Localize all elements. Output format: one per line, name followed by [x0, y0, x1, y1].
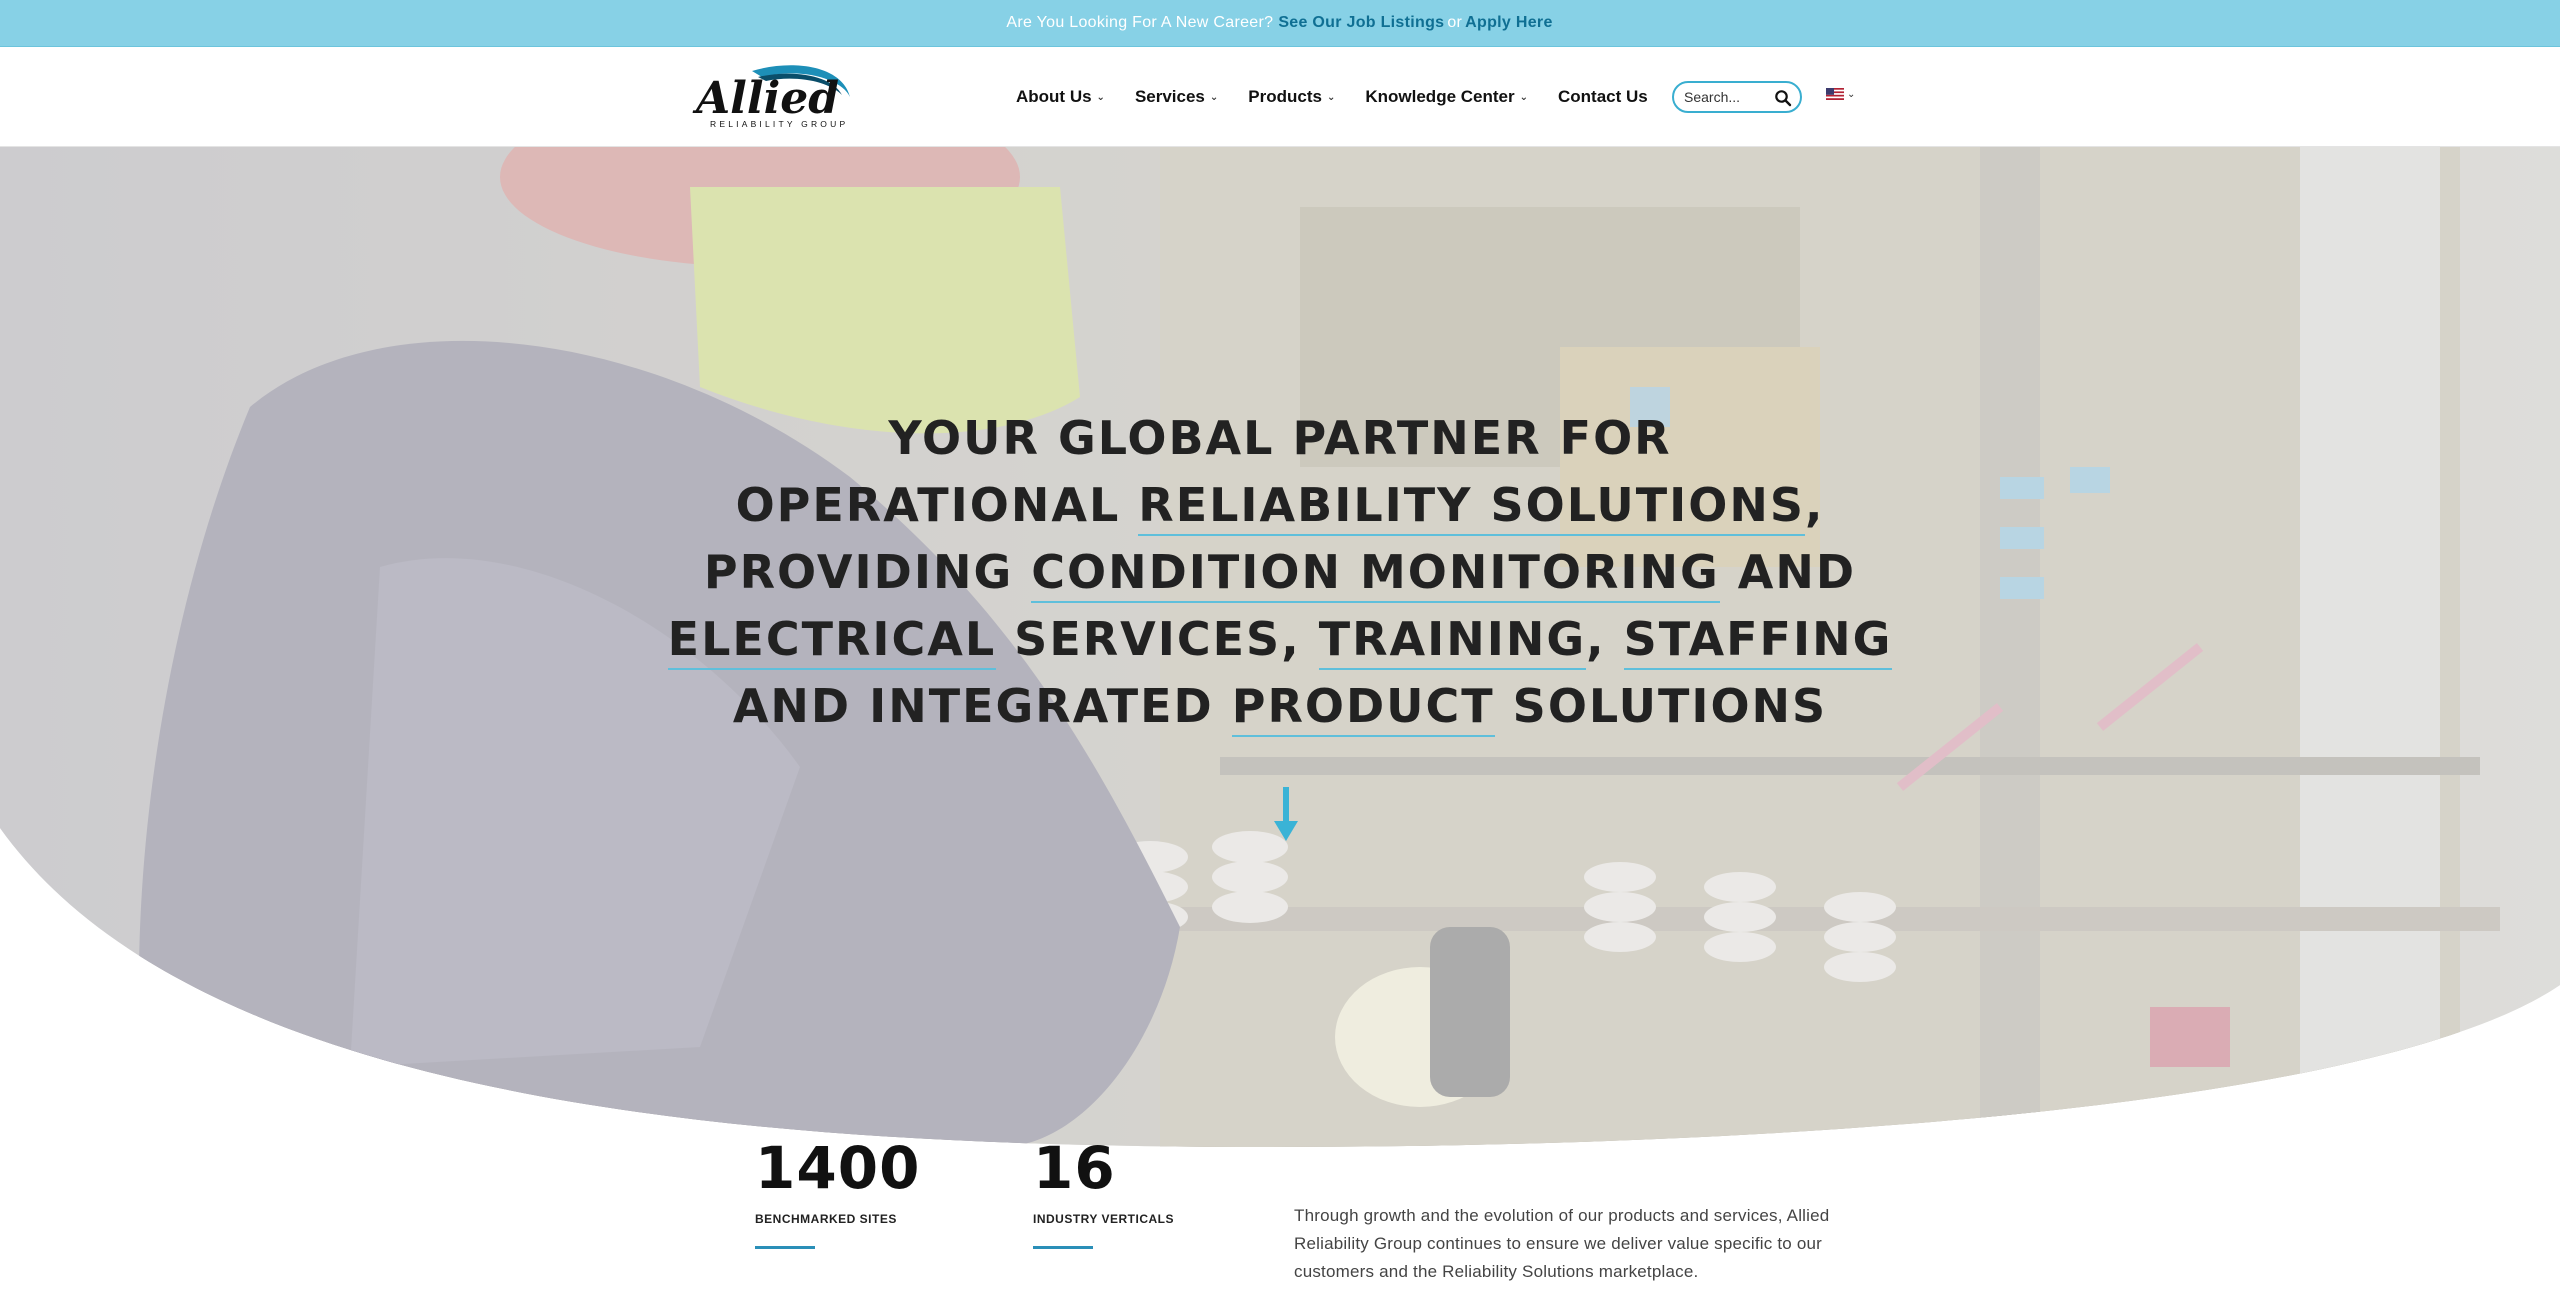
nav-contact-us-label: Contact Us [1558, 87, 1648, 106]
chevron-down-icon: ⌄ [1209, 91, 1219, 103]
electrical-link[interactable]: ELECTRICAL [667, 612, 997, 670]
nav-about-us[interactable]: About Us ⌄ [1016, 87, 1105, 107]
allied-logo-subtext: RELIABILITY GROUP [710, 119, 848, 129]
product-link[interactable]: PRODUCT [1231, 679, 1495, 737]
stat-industry-verticals: 16 INDUSTRY VERTICALS [1033, 1130, 1174, 1249]
stat-benchmarked-sites: 1400 BENCHMARKED SITES [755, 1130, 920, 1249]
hero-line-4: ELECTRICAL SERVICES, TRAINING, STAFFING [600, 606, 1960, 673]
nav-services[interactable]: Services ⌄ [1135, 87, 1218, 107]
hero-section: YOUR GLOBAL PARTNER FOR OPERATIONAL RELI… [0, 147, 2560, 1147]
stat-label: INDUSTRY VERTICALS [1033, 1212, 1175, 1226]
main-nav: About Us ⌄ Services ⌄ Products ⌄ Knowled… [1016, 47, 1678, 147]
stat-value: 16 [1033, 1134, 1116, 1202]
hero-text: SOLUTIONS [1494, 679, 1828, 733]
career-banner-or: or [1447, 14, 1463, 31]
hero-text: AND [1719, 545, 1857, 599]
hero-text: YOUR GLOBAL PARTNER FOR [888, 411, 1672, 465]
language-selector[interactable]: ⌄ [1826, 88, 1855, 100]
intro-paragraph: Through growth and the evolution of our … [1294, 1206, 1830, 1281]
training-link[interactable]: TRAINING [1318, 612, 1587, 670]
scroll-down-arrow-icon[interactable] [1274, 787, 1298, 843]
hero-text: , [1586, 612, 1624, 666]
chevron-down-icon: ⌄ [1519, 91, 1528, 103]
hero-line-5: AND INTEGRATED PRODUCT SOLUTIONS [600, 673, 1960, 740]
hero-line-2: OPERATIONAL RELIABILITY SOLUTIONS, [600, 472, 1960, 539]
nav-about-us-label: About Us [1016, 87, 1092, 106]
hero-line-3: PROVIDING CONDITION MONITORING AND [600, 539, 1960, 606]
chevron-down-icon: ⌄ [1847, 88, 1856, 100]
chevron-down-icon: ⌄ [1326, 91, 1336, 103]
hero-text: AND INTEGRATED [732, 679, 1232, 733]
career-banner: Are You Looking For A New Career? See Ou… [0, 0, 2560, 47]
nav-contact-us[interactable]: Contact Us [1558, 87, 1648, 107]
nav-services-label: Services [1134, 87, 1205, 106]
stat-underline [755, 1246, 815, 1249]
allied-logo[interactable]: Allied RELIABILITY GROUP [692, 61, 862, 131]
search-input[interactable] [1684, 89, 1770, 105]
chevron-down-icon: ⌄ [1096, 91, 1105, 103]
stats-section: 1400 BENCHMARKED SITES 16 INDUSTRY VERTI… [0, 1130, 2560, 1310]
job-listings-link[interactable]: See Our Job Listings [1278, 14, 1444, 32]
hero-text: PROVIDING [703, 545, 1032, 599]
staffing-link[interactable]: STAFFING [1623, 612, 1893, 670]
allied-logo-wordmark: Allied [692, 73, 839, 124]
stat-value: 1400 [755, 1134, 921, 1202]
nav-products[interactable]: Products ⌄ [1248, 87, 1335, 107]
nav-knowledge-center[interactable]: Knowledge Center ⌄ [1365, 87, 1528, 107]
hero-text: OPERATIONAL [735, 478, 1139, 532]
hero-text: SERVICES, [996, 612, 1319, 666]
nav-knowledge-center-label: Knowledge Center [1365, 87, 1515, 106]
reliability-solutions-link[interactable]: RELIABILITY SOLUTIONS [1138, 478, 1805, 536]
search-box [1672, 81, 1802, 113]
stat-label: BENCHMARKED SITES [755, 1212, 897, 1226]
apply-here-link[interactable]: Apply Here [1465, 14, 1552, 32]
condition-monitoring-link[interactable]: CONDITION MONITORING [1031, 545, 1720, 603]
allied-logo-mark: Allied RELIABILITY GROUP [692, 65, 850, 129]
us-flag-icon [1826, 88, 1844, 100]
search-icon[interactable] [1774, 89, 1792, 107]
hero-headline: YOUR GLOBAL PARTNER FOR OPERATIONAL RELI… [600, 405, 1960, 740]
site-header: Allied RELIABILITY GROUP About Us ⌄ Serv… [0, 47, 2560, 147]
nav-products-label: Products [1248, 87, 1322, 106]
career-banner-text: Are You Looking For A New Career? [1006, 14, 1274, 31]
stat-underline [1033, 1246, 1093, 1249]
hero-line-1: YOUR GLOBAL PARTNER FOR [600, 405, 1960, 472]
hero-text: , [1804, 478, 1825, 532]
